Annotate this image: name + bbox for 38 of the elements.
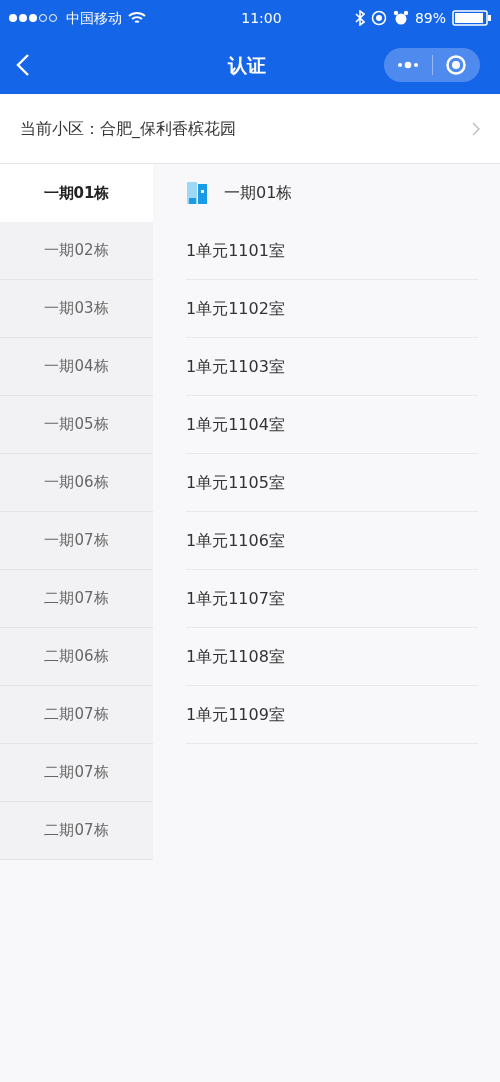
page-title: 认证: [226, 52, 267, 78]
building-tab[interactable]: 二期06栋: [0, 628, 153, 686]
rooms-header: 一期01栋: [224, 182, 293, 204]
wifi-icon: [128, 11, 146, 25]
room-item[interactable]: 1单元1104室: [186, 396, 478, 454]
community-text: 当前小区：合肥_保利香槟花园: [20, 117, 237, 140]
building-tab[interactable]: 二期07栋: [0, 744, 153, 802]
signal-icon: [8, 13, 60, 23]
lock-rotation-icon: [370, 10, 387, 26]
battery-icon: [452, 10, 492, 26]
building-tab[interactable]: 一期01栋: [0, 164, 153, 222]
building-tab[interactable]: 二期07栋: [0, 570, 153, 628]
building-icon: [186, 180, 208, 206]
battery-percent: 89%: [414, 8, 446, 28]
building-tab[interactable]: 一期07栋: [0, 512, 153, 570]
room-item[interactable]: 1单元1101室: [186, 222, 478, 280]
room-item[interactable]: 1单元1109室: [186, 686, 478, 744]
chevron-right-icon: [472, 121, 480, 136]
target-circle-icon: [445, 54, 468, 76]
bluetooth-icon: [354, 10, 365, 26]
status-time: 11:00: [240, 8, 283, 28]
room-item[interactable]: 1单元1106室: [186, 512, 478, 570]
building-tab[interactable]: 二期07栋: [0, 802, 153, 860]
more-dots-icon: [396, 61, 419, 69]
room-item[interactable]: 1单元1105室: [186, 454, 478, 512]
building-tab[interactable]: 一期03栋: [0, 280, 153, 338]
building-tab[interactable]: 一期06栋: [0, 454, 153, 512]
room-item[interactable]: 1单元1108室: [186, 628, 478, 686]
room-item[interactable]: 1单元1102室: [186, 280, 478, 338]
building-tab[interactable]: 一期05栋: [0, 396, 153, 454]
building-tab[interactable]: 一期02栋: [0, 222, 153, 280]
room-item[interactable]: 1单元1103室: [186, 338, 478, 396]
building-tab[interactable]: 一期04栋: [0, 338, 153, 396]
community-row[interactable]: 当前小区：合肥_保利香槟花园: [0, 94, 500, 164]
alarm-icon: [392, 10, 409, 26]
room-item[interactable]: 1单元1107室: [186, 570, 478, 628]
carrier-name: 中国移动: [66, 8, 122, 28]
building-tab[interactable]: 二期07栋: [0, 686, 153, 744]
